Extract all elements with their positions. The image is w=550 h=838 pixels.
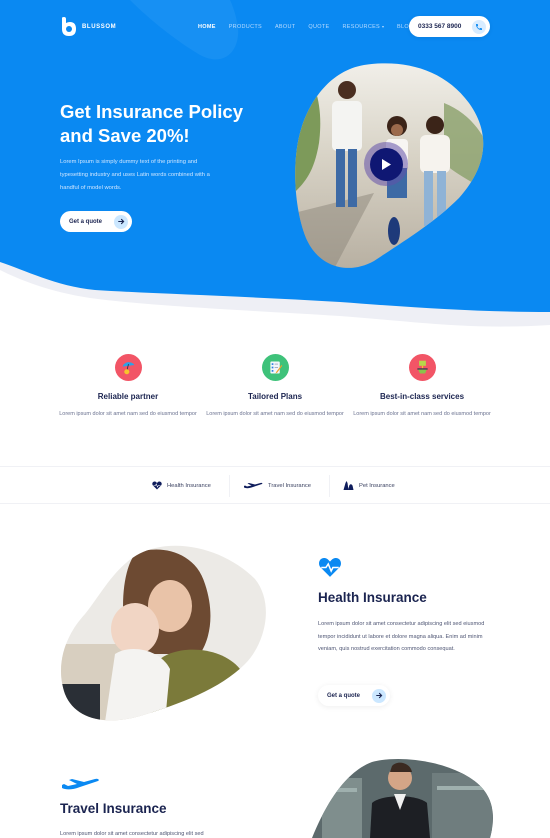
feature-best-in-class: Best-in-class services Lorem ipsum dolor…: [352, 354, 492, 421]
nav-quote[interactable]: QUOTE: [308, 24, 329, 30]
phone-icon: [472, 19, 486, 34]
umbrella-icon: [114, 354, 142, 381]
airplane-icon: [243, 477, 263, 495]
feature-description: Lorem ipsum dolor sit amet nam sed do ei…: [59, 411, 197, 417]
feature-title: Best-in-class services: [379, 392, 465, 401]
arrow-right-icon: [372, 688, 386, 703]
brand-logo[interactable]: BLUSSOM: [60, 17, 116, 37]
feature-tailored-plans: Tailored Plans Lorem ipsum dolor sit ame…: [205, 354, 345, 421]
hero-title-line-1: Get Insurance Policy: [60, 101, 244, 122]
arrow-right-icon: [114, 214, 128, 229]
award-icon: [408, 354, 436, 381]
tab-divider: [229, 475, 230, 497]
health-get-quote-button[interactable]: Get a quote: [318, 685, 390, 706]
travel-section-description: Lorem ipsum dolor sit amet consectetur a…: [60, 831, 204, 837]
health-mother-baby-photo: [60, 544, 268, 722]
hero-get-quote-button[interactable]: Get a quote: [60, 211, 132, 232]
nav-home[interactable]: HOME: [198, 24, 216, 30]
play-video-button[interactable]: [364, 142, 408, 186]
health-section-description: Lorem ipsum dolor sit amet consectetur a…: [318, 621, 485, 652]
tab-label: Health Insurance: [167, 483, 211, 489]
phone-button[interactable]: 0333 567 8900: [409, 16, 490, 37]
travel-section-title: Travel Insurance: [60, 801, 167, 816]
heart-pulse-icon: [152, 477, 162, 495]
hero-title-line-2: and Save 20%!: [60, 125, 190, 146]
nav-resources-label: RESOURCES: [342, 24, 381, 30]
tab-label: Travel Insurance: [268, 483, 311, 489]
feature-description: Lorem ipsum dolor sit amet nam sed do ei…: [206, 411, 344, 417]
hero-get-quote-label: Get a quote: [69, 218, 103, 225]
play-icon: [369, 147, 403, 181]
hero-description: Lorem Ipsum is simply dummy text of the …: [60, 159, 210, 191]
feature-title: Reliable partner: [97, 392, 159, 401]
brand-name: BLUSSOM: [82, 24, 117, 30]
nav-products[interactable]: PRODUCTS: [229, 24, 262, 30]
hero-title: Get Insurance Policy and Save 20%!: [60, 100, 280, 148]
tab-label: Pet Insurance: [359, 483, 395, 489]
feature-title: Tailored Plans: [247, 392, 303, 401]
pet-icon: [343, 477, 354, 495]
main-menu: HOME PRODUCTS ABOUT QUOTE RESOURCES BLOG: [198, 24, 427, 30]
checklist-icon: [261, 354, 289, 381]
insurance-tabs: Health Insurance Travel Insurance Pet In…: [0, 466, 550, 504]
chevron-down-icon: [382, 25, 385, 28]
tab-health-insurance[interactable]: Health Insurance: [152, 467, 211, 505]
tab-travel-insurance[interactable]: Travel Insurance: [243, 467, 311, 505]
tab-divider: [329, 475, 330, 497]
tab-pet-insurance[interactable]: Pet Insurance: [343, 467, 395, 505]
health-get-quote-label: Get a quote: [327, 692, 361, 699]
nav-resources[interactable]: RESOURCES: [342, 24, 385, 30]
health-section-title: Health Insurance: [318, 590, 427, 605]
feature-reliable-partner: Reliable partner Lorem ipsum dolor sit a…: [58, 354, 198, 421]
airplane-icon: [60, 778, 100, 797]
travel-businessman-photo: [312, 758, 502, 838]
feature-description: Lorem ipsum dolor sit amet nam sed do ei…: [353, 411, 491, 417]
logo-icon: [60, 17, 77, 37]
phone-number: 0333 567 8900: [418, 23, 462, 30]
heart-pulse-icon: [318, 557, 342, 583]
nav-about[interactable]: ABOUT: [275, 24, 295, 30]
top-navigation: BLUSSOM HOME PRODUCTS ABOUT QUOTE RESOUR…: [0, 0, 550, 54]
